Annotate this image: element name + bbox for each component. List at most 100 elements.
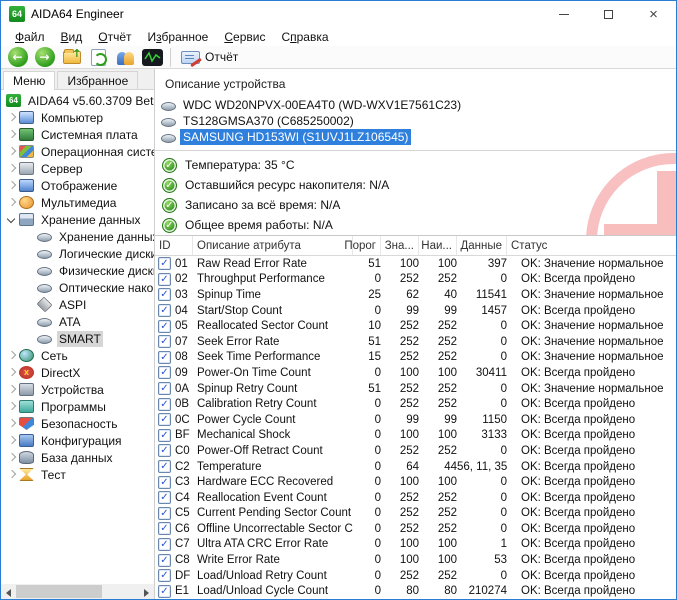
chevron-icon[interactable] bbox=[5, 383, 19, 397]
tree-item[interactable]: Безопасность bbox=[1, 415, 154, 432]
tree-item[interactable]: Отображение bbox=[1, 177, 154, 194]
table-row[interactable]: 08 Seek Time Performance 15 252 252 0 OK… bbox=[155, 350, 676, 366]
device-row[interactable]: TS128GMSA370 (C685250002) bbox=[155, 113, 676, 129]
menu-item[interactable]: Вид bbox=[53, 28, 91, 46]
table-row[interactable]: C8 Write Error Rate 0 100 100 53 OK: Все… bbox=[155, 552, 676, 568]
minimize-button[interactable] bbox=[541, 1, 586, 27]
tree-item[interactable]: ATA bbox=[1, 313, 154, 330]
attribute-checkbox[interactable] bbox=[158, 257, 171, 271]
attribute-checkbox[interactable] bbox=[158, 460, 171, 474]
chevron-icon[interactable] bbox=[5, 213, 19, 227]
tree-item[interactable]: Сервер bbox=[1, 160, 154, 177]
table-row[interactable]: C7 Ultra ATA CRC Error Rate 0 100 100 1 … bbox=[155, 537, 676, 553]
table-row[interactable]: DF Load/Unload Retry Count 0 252 252 0 O… bbox=[155, 568, 676, 584]
table-row[interactable]: 0A Spinup Retry Count 51 252 252 0 OK: З… bbox=[155, 381, 676, 397]
table-row[interactable]: BF Mechanical Shock 0 100 100 3133 OK: В… bbox=[155, 428, 676, 444]
attribute-checkbox[interactable] bbox=[158, 569, 171, 583]
chevron-icon[interactable] bbox=[5, 349, 19, 363]
attribute-checkbox[interactable] bbox=[158, 475, 171, 489]
close-button[interactable]: × bbox=[631, 1, 676, 27]
scrollbar-track[interactable] bbox=[16, 584, 139, 599]
tree-item[interactable]: Операционная система bbox=[1, 143, 154, 160]
device-row[interactable]: WDC WD20NPVX-00EA4T0 (WD-WXV1E7561C23) bbox=[155, 97, 676, 113]
tree-item[interactable]: Мультимедиа bbox=[1, 194, 154, 211]
column-header-data[interactable]: Данные bbox=[457, 236, 507, 255]
sidebar-horizontal-scrollbar[interactable] bbox=[1, 584, 154, 599]
table-row[interactable]: C5 Current Pending Sector Count 0 252 25… bbox=[155, 506, 676, 522]
chevron-icon[interactable] bbox=[5, 434, 19, 448]
attribute-checkbox[interactable] bbox=[158, 397, 171, 411]
chevron-icon[interactable] bbox=[5, 417, 19, 431]
menu-item[interactable]: Избранное bbox=[140, 28, 217, 46]
attribute-checkbox[interactable] bbox=[158, 537, 171, 551]
chevron-icon[interactable] bbox=[5, 162, 19, 176]
sidebar-tab[interactable]: Меню bbox=[3, 71, 56, 90]
refresh-button[interactable] bbox=[85, 47, 112, 68]
table-row[interactable]: C4 Reallocation Event Count 0 252 252 0 … bbox=[155, 490, 676, 506]
table-row[interactable]: C2 Temperature 0 64 44 56, 11, 35 OK: Вс… bbox=[155, 459, 676, 475]
tree-item[interactable]: Сеть bbox=[1, 347, 154, 364]
table-row[interactable]: C0 Power-Off Retract Count 0 252 252 0 O… bbox=[155, 443, 676, 459]
attribute-checkbox[interactable] bbox=[158, 506, 171, 520]
table-row[interactable]: E1 Load/Unload Cycle Count 0 80 80 21027… bbox=[155, 583, 676, 599]
table-row[interactable]: C3 Hardware ECC Recovered 0 100 100 0 OK… bbox=[155, 474, 676, 490]
attribute-checkbox[interactable] bbox=[158, 350, 171, 364]
menu-item[interactable]: Отчёт bbox=[90, 28, 139, 46]
tree-item[interactable]: Тест bbox=[1, 466, 154, 483]
tree-item[interactable]: Программы bbox=[1, 398, 154, 415]
table-row[interactable]: 05 Reallocated Sector Count 10 252 252 0… bbox=[155, 318, 676, 334]
table-row[interactable]: 0C Power Cycle Count 0 99 99 1150 OK: Вс… bbox=[155, 412, 676, 428]
menu-item[interactable]: Справка bbox=[273, 28, 336, 46]
attribute-checkbox[interactable] bbox=[158, 491, 171, 505]
monitor-button[interactable] bbox=[139, 47, 166, 68]
attribute-checkbox[interactable] bbox=[158, 413, 171, 427]
tree-item[interactable]: Хранение данных bbox=[1, 211, 154, 228]
attribute-checkbox[interactable] bbox=[158, 366, 171, 380]
column-header-value[interactable]: Зна... bbox=[381, 236, 419, 255]
table-row[interactable]: 03 Spinup Time 25 62 40 11541 OK: Значен… bbox=[155, 287, 676, 303]
attribute-checkbox[interactable] bbox=[158, 288, 171, 302]
column-header-threshold[interactable]: Порог bbox=[344, 236, 381, 255]
tree-item[interactable]: Логические диски bbox=[1, 245, 154, 262]
menu-item[interactable]: Файл bbox=[7, 28, 53, 46]
users-button[interactable] bbox=[112, 47, 139, 68]
column-header-worst[interactable]: Наи... bbox=[419, 236, 457, 255]
tree-item[interactable]: Конфигурация bbox=[1, 432, 154, 449]
scroll-left-arrow[interactable] bbox=[1, 584, 16, 599]
chevron-icon[interactable] bbox=[5, 366, 19, 380]
table-header[interactable]: ID Описание атрибута Порог Зна... Наи...… bbox=[155, 236, 676, 256]
chevron-icon[interactable] bbox=[5, 145, 19, 159]
tree-item[interactable]: ASPI bbox=[1, 296, 154, 313]
tree-item[interactable]: База данных bbox=[1, 449, 154, 466]
table-row[interactable]: 02 Throughput Performance 0 252 252 0 OK… bbox=[155, 272, 676, 288]
attribute-checkbox[interactable] bbox=[158, 522, 171, 536]
column-header-status[interactable]: Статус bbox=[507, 236, 676, 255]
chevron-icon[interactable] bbox=[5, 128, 19, 142]
scrollbar-thumb[interactable] bbox=[16, 585, 103, 598]
attribute-checkbox[interactable] bbox=[158, 553, 171, 567]
back-button[interactable]: ← bbox=[4, 47, 31, 68]
tree-item[interactable]: Оптические накопите bbox=[1, 279, 154, 296]
chevron-icon[interactable] bbox=[5, 111, 19, 125]
tree-item[interactable]: Системная плата bbox=[1, 126, 154, 143]
open-report-button[interactable] bbox=[58, 47, 85, 68]
device-row[interactable]: SAMSUNG HD153WI (S1UVJ1LZ106545) bbox=[155, 129, 676, 145]
table-row[interactable]: 04 Start/Stop Count 0 99 99 1457 OK: Все… bbox=[155, 303, 676, 319]
tree-item[interactable]: Хранение данных Win bbox=[1, 228, 154, 245]
table-row[interactable]: C6 Offline Uncorrectable Sector C... 0 2… bbox=[155, 521, 676, 537]
chevron-icon[interactable] bbox=[5, 179, 19, 193]
tree-item[interactable]: AIDA64 v5.60.3709 Beta bbox=[1, 92, 154, 109]
tree-item[interactable]: Компьютер bbox=[1, 109, 154, 126]
tree-item[interactable]: Физические диски bbox=[1, 262, 154, 279]
table-row[interactable]: 01 Raw Read Error Rate 51 100 100 397 OK… bbox=[155, 256, 676, 272]
attribute-checkbox[interactable] bbox=[158, 304, 171, 318]
attribute-checkbox[interactable] bbox=[158, 272, 171, 286]
report-button[interactable]: Отчёт bbox=[176, 48, 246, 66]
table-row[interactable]: 09 Power-On Time Count 0 100 100 30411 O… bbox=[155, 365, 676, 381]
tree-item[interactable]: Устройства bbox=[1, 381, 154, 398]
chevron-icon[interactable] bbox=[5, 468, 19, 482]
attribute-checkbox[interactable] bbox=[158, 584, 171, 598]
column-header-id[interactable]: ID bbox=[155, 236, 193, 255]
scroll-right-arrow[interactable] bbox=[139, 584, 154, 599]
tree-item[interactable]: SMART bbox=[1, 330, 154, 347]
